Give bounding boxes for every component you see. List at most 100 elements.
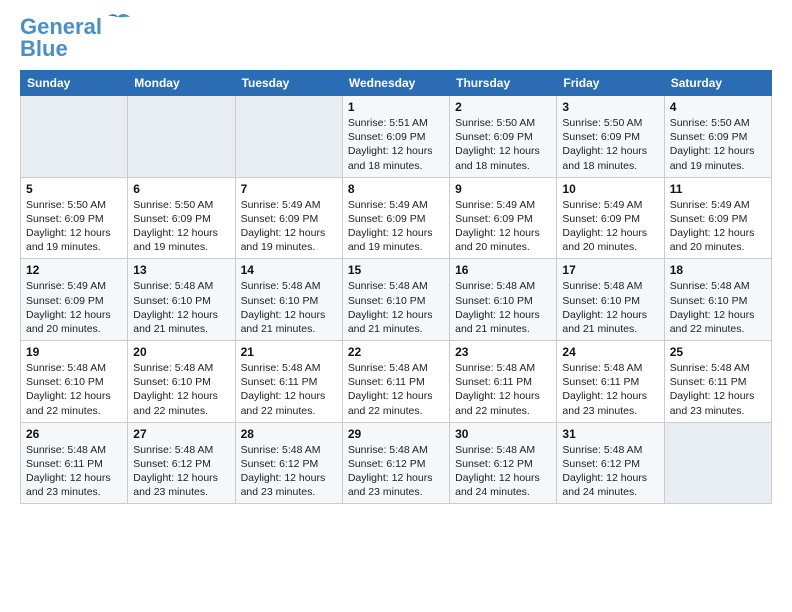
day-info: Sunrise: 5:49 AM Sunset: 6:09 PM Dayligh…	[670, 198, 766, 255]
day-number: 15	[348, 263, 444, 277]
calendar-cell: 12Sunrise: 5:49 AM Sunset: 6:09 PM Dayli…	[21, 259, 128, 341]
calendar-cell	[128, 96, 235, 178]
day-info: Sunrise: 5:49 AM Sunset: 6:09 PM Dayligh…	[241, 198, 337, 255]
calendar-cell: 15 Sunrise: 5:48 AM Sunset: 6:10 PM Dayli…	[342, 259, 449, 341]
day-number: 8	[348, 182, 444, 196]
day-number: 29	[348, 427, 444, 441]
header: General Blue	[20, 16, 772, 62]
weekday-header-wednesday: Wednesday	[342, 71, 449, 96]
day-number: 9	[455, 182, 551, 196]
calendar-cell: 3 Sunrise: 5:50 AM Sunset: 6:09 PM Daylig…	[557, 96, 664, 178]
calendar-cell	[21, 96, 128, 178]
day-info: Sunrise: 5:48 AM Sunset: 6:11 PM Dayligh…	[241, 361, 337, 418]
day-number: 24	[562, 345, 658, 359]
calendar-cell: 26 Sunrise: 5:48 AM Sunset: 6:11 PM Dayli…	[21, 422, 128, 504]
calendar-cell: 8Sunrise: 5:49 AM Sunset: 6:09 PM Daylig…	[342, 177, 449, 259]
day-info: Sunrise: 5:48 AM Sunset: 6:10 PM Dayligh…	[133, 361, 229, 418]
day-number: 21	[241, 345, 337, 359]
day-number: 2	[455, 100, 551, 114]
calendar-cell	[664, 422, 771, 504]
weekday-header-saturday: Saturday	[664, 71, 771, 96]
calendar-cell: 29 Sunrise: 5:48 AM Sunset: 6:12 PM Dayli…	[342, 422, 449, 504]
day-info: Sunrise: 5:48 AM Sunset: 6:11 PM Dayligh…	[670, 361, 766, 418]
day-info: Sunrise: 5:50 AM Sunset: 6:09 PM Dayligh…	[26, 198, 122, 255]
day-info: Sunrise: 5:48 AM Sunset: 6:11 PM Dayligh…	[26, 443, 122, 500]
day-info: Sunrise: 5:49 AM Sunset: 6:09 PM Dayligh…	[26, 279, 122, 336]
day-number: 20	[133, 345, 229, 359]
calendar-table: SundayMondayTuesdayWednesdayThursdayFrid…	[20, 70, 772, 504]
page-container: General Blue SundayMondayTuesdayWednesda…	[20, 16, 772, 504]
calendar-cell: 6 Sunrise: 5:50 AM Sunset: 6:09 PM Daylig…	[128, 177, 235, 259]
weekday-header-sunday: Sunday	[21, 71, 128, 96]
calendar-cell: 1 Sunrise: 5:51 AM Sunset: 6:09 PM Daylig…	[342, 96, 449, 178]
calendar-week-4: 19 Sunrise: 5:48 AM Sunset: 6:10 PM Dayli…	[21, 341, 772, 423]
day-info: Sunrise: 5:48 AM Sunset: 6:12 PM Dayligh…	[133, 443, 229, 500]
calendar-cell: 30Sunrise: 5:48 AM Sunset: 6:12 PM Dayli…	[450, 422, 557, 504]
day-number: 23	[455, 345, 551, 359]
day-number: 18	[670, 263, 766, 277]
day-info: Sunrise: 5:48 AM Sunset: 6:12 PM Dayligh…	[241, 443, 337, 500]
day-number: 10	[562, 182, 658, 196]
day-info: Sunrise: 5:48 AM Sunset: 6:10 PM Dayligh…	[241, 279, 337, 336]
day-number: 7	[241, 182, 337, 196]
logo-text: General	[20, 16, 102, 38]
calendar-cell: 31 Sunrise: 5:48 AM Sunset: 6:12 PM Dayli…	[557, 422, 664, 504]
logo-bird-icon	[104, 13, 132, 33]
day-number: 19	[26, 345, 122, 359]
calendar-cell: 11 Sunrise: 5:49 AM Sunset: 6:09 PM Dayli…	[664, 177, 771, 259]
day-info: Sunrise: 5:48 AM Sunset: 6:10 PM Dayligh…	[348, 279, 444, 336]
day-info: Sunrise: 5:48 AM Sunset: 6:10 PM Dayligh…	[455, 279, 551, 336]
weekday-header-friday: Friday	[557, 71, 664, 96]
day-info: Sunrise: 5:48 AM Sunset: 6:10 PM Dayligh…	[133, 279, 229, 336]
day-info: Sunrise: 5:48 AM Sunset: 6:11 PM Dayligh…	[455, 361, 551, 418]
calendar-cell: 25Sunrise: 5:48 AM Sunset: 6:11 PM Dayli…	[664, 341, 771, 423]
calendar-week-1: 1 Sunrise: 5:51 AM Sunset: 6:09 PM Daylig…	[21, 96, 772, 178]
day-number: 27	[133, 427, 229, 441]
calendar-cell: 24 Sunrise: 5:48 AM Sunset: 6:11 PM Dayli…	[557, 341, 664, 423]
calendar-cell: 9Sunrise: 5:49 AM Sunset: 6:09 PM Daylig…	[450, 177, 557, 259]
day-number: 31	[562, 427, 658, 441]
day-info: Sunrise: 5:48 AM Sunset: 6:10 PM Dayligh…	[562, 279, 658, 336]
day-number: 13	[133, 263, 229, 277]
calendar-cell: 28 Sunrise: 5:48 AM Sunset: 6:12 PM Dayli…	[235, 422, 342, 504]
weekday-header-tuesday: Tuesday	[235, 71, 342, 96]
day-number: 16	[455, 263, 551, 277]
calendar-cell: 23 Sunrise: 5:48 AM Sunset: 6:11 PM Dayli…	[450, 341, 557, 423]
calendar-cell: 7 Sunrise: 5:49 AM Sunset: 6:09 PM Daylig…	[235, 177, 342, 259]
day-number: 26	[26, 427, 122, 441]
day-number: 4	[670, 100, 766, 114]
day-info: Sunrise: 5:50 AM Sunset: 6:09 PM Dayligh…	[455, 116, 551, 173]
day-number: 14	[241, 263, 337, 277]
day-info: Sunrise: 5:48 AM Sunset: 6:12 PM Dayligh…	[348, 443, 444, 500]
day-number: 11	[670, 182, 766, 196]
day-info: Sunrise: 5:48 AM Sunset: 6:10 PM Dayligh…	[26, 361, 122, 418]
day-info: Sunrise: 5:48 AM Sunset: 6:12 PM Dayligh…	[562, 443, 658, 500]
calendar-cell: 27 Sunrise: 5:48 AM Sunset: 6:12 PM Dayli…	[128, 422, 235, 504]
day-info: Sunrise: 5:49 AM Sunset: 6:09 PM Dayligh…	[562, 198, 658, 255]
calendar-cell: 5Sunrise: 5:50 AM Sunset: 6:09 PM Daylig…	[21, 177, 128, 259]
day-info: Sunrise: 5:48 AM Sunset: 6:11 PM Dayligh…	[348, 361, 444, 418]
day-info: Sunrise: 5:50 AM Sunset: 6:09 PM Dayligh…	[562, 116, 658, 173]
calendar-week-2: 5Sunrise: 5:50 AM Sunset: 6:09 PM Daylig…	[21, 177, 772, 259]
calendar-cell: 13 Sunrise: 5:48 AM Sunset: 6:10 PM Dayli…	[128, 259, 235, 341]
calendar-cell: 21 Sunrise: 5:48 AM Sunset: 6:11 PM Dayli…	[235, 341, 342, 423]
day-info: Sunrise: 5:48 AM Sunset: 6:11 PM Dayligh…	[562, 361, 658, 418]
calendar-cell: 4Sunrise: 5:50 AM Sunset: 6:09 PM Daylig…	[664, 96, 771, 178]
day-number: 6	[133, 182, 229, 196]
calendar-cell: 17Sunrise: 5:48 AM Sunset: 6:10 PM Dayli…	[557, 259, 664, 341]
day-number: 22	[348, 345, 444, 359]
weekday-header-thursday: Thursday	[450, 71, 557, 96]
calendar-week-3: 12Sunrise: 5:49 AM Sunset: 6:09 PM Dayli…	[21, 259, 772, 341]
logo: General Blue	[20, 16, 132, 62]
day-number: 3	[562, 100, 658, 114]
day-number: 30	[455, 427, 551, 441]
day-number: 1	[348, 100, 444, 114]
weekday-header-monday: Monday	[128, 71, 235, 96]
day-info: Sunrise: 5:50 AM Sunset: 6:09 PM Dayligh…	[133, 198, 229, 255]
day-info: Sunrise: 5:48 AM Sunset: 6:10 PM Dayligh…	[670, 279, 766, 336]
calendar-cell	[235, 96, 342, 178]
calendar-cell: 14 Sunrise: 5:48 AM Sunset: 6:10 PM Dayli…	[235, 259, 342, 341]
day-info: Sunrise: 5:51 AM Sunset: 6:09 PM Dayligh…	[348, 116, 444, 173]
day-number: 28	[241, 427, 337, 441]
calendar-cell: 19 Sunrise: 5:48 AM Sunset: 6:10 PM Dayli…	[21, 341, 128, 423]
